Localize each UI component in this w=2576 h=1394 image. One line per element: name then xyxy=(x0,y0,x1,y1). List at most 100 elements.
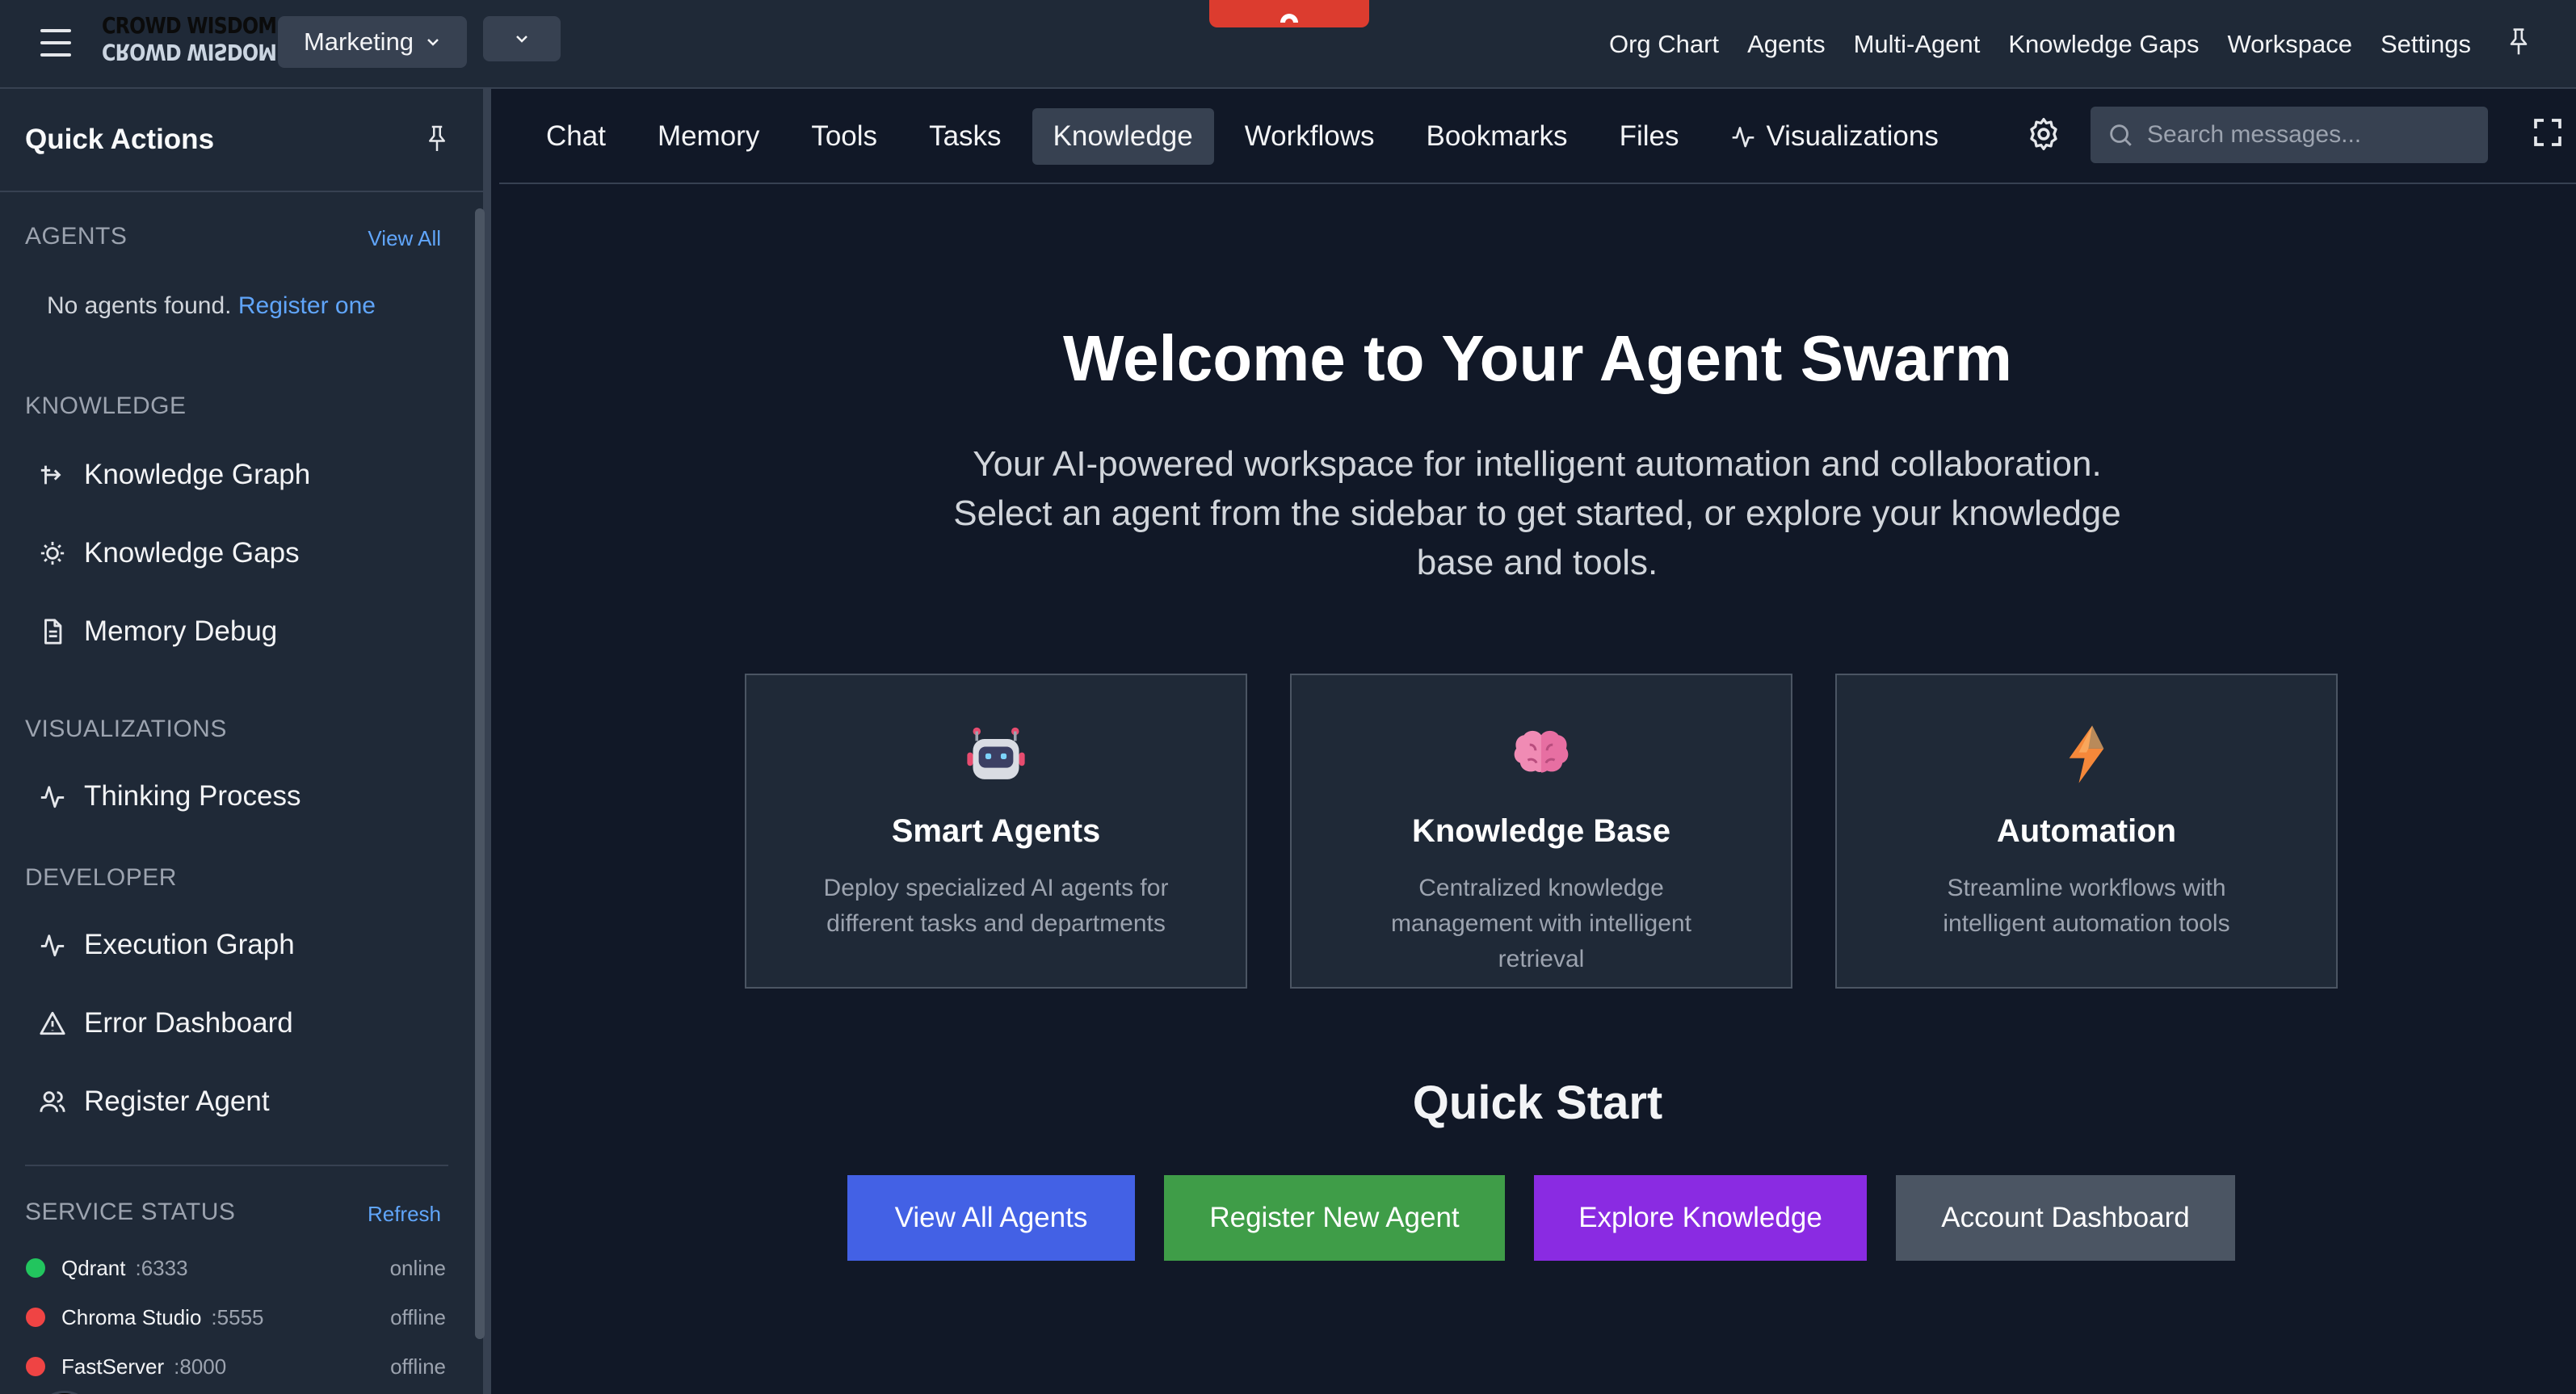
logo-text-top: CROWD WISDOM xyxy=(102,12,277,39)
account-dashboard-button[interactable]: Account Dashboard xyxy=(1896,1175,2235,1261)
robot-icon xyxy=(967,727,1025,779)
tab-tasks[interactable]: Tasks xyxy=(908,108,1022,165)
service-port: :6333 xyxy=(135,1255,188,1280)
workspace-select-value: Marketing xyxy=(303,27,414,56)
section-label-developer: DEVELOPER xyxy=(25,864,177,891)
tab-visualizations[interactable]: Visualizations xyxy=(1709,108,1959,165)
service-row-chroma-studio: Chroma Studio :5555 offline xyxy=(26,1301,446,1333)
gear-icon[interactable] xyxy=(2026,116,2061,152)
refresh-status-link[interactable]: Refresh xyxy=(368,1202,441,1227)
pin-icon[interactable] xyxy=(425,124,449,153)
activity-icon xyxy=(40,934,65,957)
section-label-knowledge: KNOWLEDGE xyxy=(25,393,187,419)
sidebar: Quick Actions AGENTS View All No agents … xyxy=(0,89,491,1394)
nav-org-chart[interactable]: Org Chart xyxy=(1609,30,1719,59)
nav-workspace[interactable]: Workspace xyxy=(2227,30,2352,59)
no-agents-message: No agents found. Register one xyxy=(47,292,376,320)
service-name: Qdrant xyxy=(61,1255,126,1280)
sidebar-title: Quick Actions xyxy=(25,124,215,155)
service-state: offline xyxy=(390,1304,446,1329)
tab-memory[interactable]: Memory xyxy=(637,108,780,165)
lightning-icon xyxy=(2069,725,2104,783)
recording-indicator[interactable] xyxy=(1209,0,1369,27)
sidebar-item-label: Knowledge Graph xyxy=(84,459,311,490)
status-dot-offline xyxy=(26,1308,45,1327)
sidebar-item-error-dashboard[interactable]: Error Dashboard xyxy=(39,999,293,1048)
section-label-visualizations: VISUALIZATIONS xyxy=(25,716,227,742)
view-all-agents-button[interactable]: View All Agents xyxy=(847,1175,1135,1261)
sidebar-item-label: Knowledge Gaps xyxy=(84,537,300,569)
section-label-agents: AGENTS xyxy=(25,223,128,250)
nav-settings[interactable]: Settings xyxy=(2381,30,2471,59)
chevron-down-icon xyxy=(427,39,439,46)
feature-card-knowledge-base[interactable]: Knowledge Base Centralized knowledge man… xyxy=(1290,674,1792,989)
quick-start-title: Quick Start xyxy=(1412,1077,1663,1129)
sidebar-item-register-agent[interactable]: Register Agent xyxy=(39,1077,270,1126)
sidebar-item-label: Thinking Process xyxy=(84,780,301,812)
search-input[interactable] xyxy=(2147,121,2470,149)
sidebar-divider xyxy=(25,1165,448,1166)
card-description: Streamline workflows with intelligent au… xyxy=(1943,875,2230,937)
service-port: :5555 xyxy=(211,1304,264,1329)
tab-list: Chat Memory Tools Tasks Knowledge Workfl… xyxy=(525,108,1960,165)
tab-workflows[interactable]: Workflows xyxy=(1224,108,1396,165)
sidebar-item-label: Error Dashboard xyxy=(84,1007,293,1039)
users-icon xyxy=(40,1091,65,1112)
tab-bar: Chat Memory Tools Tasks Knowledge Workfl… xyxy=(499,89,2576,184)
card-description: Centralized knowledge management with in… xyxy=(1391,875,1691,972)
chevron-down-icon xyxy=(516,36,527,43)
hamburger-menu-icon[interactable] xyxy=(40,29,71,57)
tab-tools[interactable]: Tools xyxy=(790,108,898,165)
card-title: Smart Agents xyxy=(891,813,1101,849)
no-agents-text: No agents found. xyxy=(47,292,232,319)
tab-label: Visualizations xyxy=(1766,120,1939,152)
feature-card-smart-agents[interactable]: Smart Agents Deploy specialized AI agent… xyxy=(745,674,1247,989)
warning-triangle-icon xyxy=(40,1011,65,1035)
sidebar-item-memory-debug[interactable]: Memory Debug xyxy=(39,607,277,656)
section-label-service-status: SERVICE STATUS xyxy=(25,1199,236,1225)
top-navigation: Org Chart Agents Multi-Agent Knowledge G… xyxy=(1609,0,2471,89)
search-box[interactable] xyxy=(2091,107,2488,163)
service-port: :8000 xyxy=(174,1354,227,1379)
card-title: Knowledge Base xyxy=(1411,813,1671,849)
activity-icon xyxy=(40,786,65,808)
scrollbar-thumb[interactable] xyxy=(475,208,485,1339)
tab-chat[interactable]: Chat xyxy=(525,108,627,165)
page-title: Welcome to Your Agent Swarm xyxy=(1062,322,2013,394)
status-dot-online xyxy=(26,1258,45,1278)
sidebar-item-knowledge-graph[interactable]: Knowledge Graph xyxy=(39,451,310,499)
secondary-dropdown[interactable] xyxy=(483,16,561,61)
nav-multi-agent[interactable]: Multi-Agent xyxy=(1854,30,1981,59)
sidebar-scrollbar[interactable] xyxy=(475,192,485,1339)
nav-agents[interactable]: Agents xyxy=(1747,30,1826,59)
sidebar-item-label: Memory Debug xyxy=(84,615,278,647)
sidebar-item-label: Register Agent xyxy=(84,1085,270,1117)
register-new-agent-button[interactable]: Register New Agent xyxy=(1164,1175,1505,1261)
fullscreen-icon[interactable] xyxy=(2532,116,2564,149)
card-title: Automation xyxy=(1996,813,2177,849)
search-icon xyxy=(2110,124,2132,146)
sidebar-item-execution-graph[interactable]: Execution Graph xyxy=(39,921,295,969)
workspace-select[interactable]: Marketing xyxy=(278,16,467,68)
service-state: online xyxy=(389,1255,446,1280)
feature-card-automation[interactable]: Automation Streamline workflows with int… xyxy=(1835,674,2338,989)
status-dot-offline xyxy=(26,1357,45,1376)
view-all-agents-link[interactable]: View All xyxy=(368,226,441,251)
sidebar-item-knowledge-gaps[interactable]: Knowledge Gaps xyxy=(39,529,300,577)
service-name: Chroma Studio xyxy=(61,1304,202,1329)
explore-knowledge-button[interactable]: Explore Knowledge xyxy=(1534,1175,1867,1261)
app-logo[interactable]: CROWD WISDOM CROWD WISDOM xyxy=(102,12,307,66)
tab-bookmarks[interactable]: Bookmarks xyxy=(1406,108,1589,165)
dev-tools-badge[interactable]: N xyxy=(36,1391,94,1394)
register-one-link[interactable]: Register one xyxy=(238,292,376,319)
lightbulb-icon xyxy=(40,541,65,565)
main-content: Welcome to Your Agent Swarm Your AI-powe… xyxy=(499,184,2576,1394)
sidebar-item-thinking-process[interactable]: Thinking Process xyxy=(39,772,300,821)
brain-icon xyxy=(1514,730,1569,773)
service-state: offline xyxy=(390,1354,446,1379)
nav-knowledge-gaps[interactable]: Knowledge Gaps xyxy=(2008,30,2199,59)
tab-knowledge[interactable]: Knowledge xyxy=(1032,108,1214,165)
tab-files[interactable]: Files xyxy=(1599,108,1700,165)
pin-icon[interactable] xyxy=(2506,27,2532,57)
service-row-qdrant: Qdrant :6333 online xyxy=(26,1252,446,1284)
